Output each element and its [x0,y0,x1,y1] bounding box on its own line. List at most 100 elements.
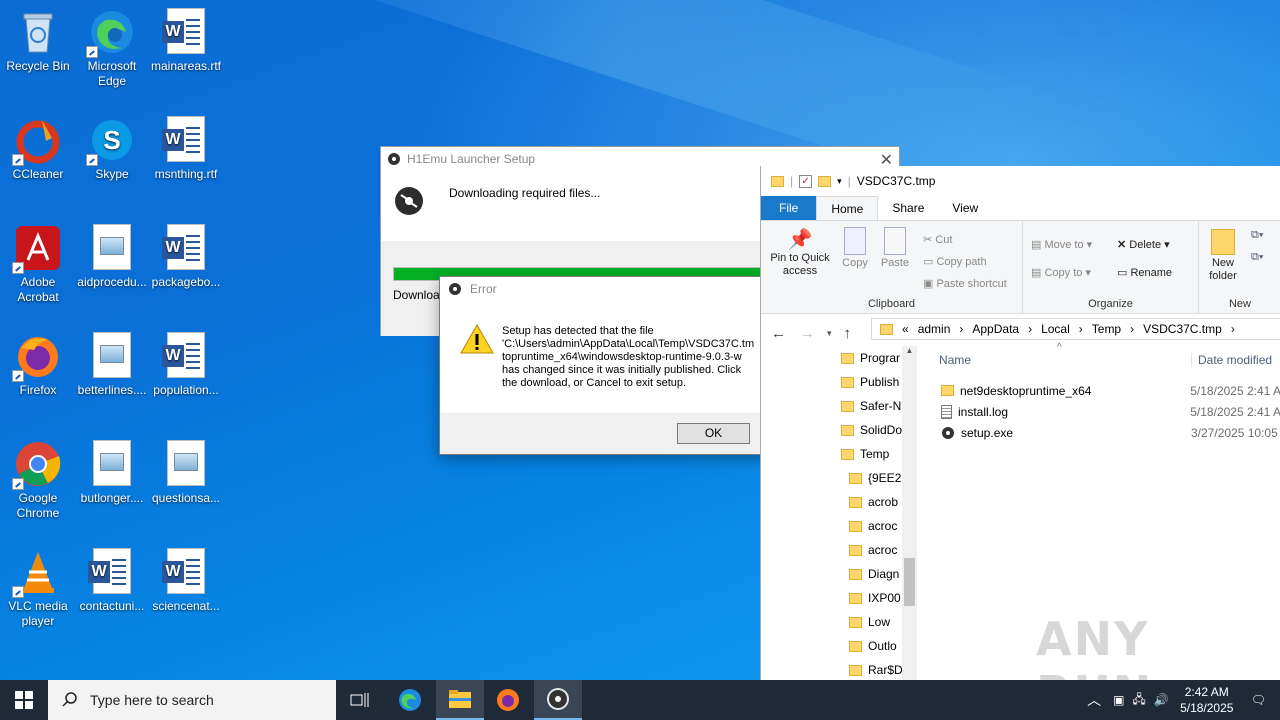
chevron-right-icon[interactable]: › [1028,322,1032,336]
taskbar-setup[interactable] [534,680,582,720]
scrollbar-thumb[interactable] [904,558,915,606]
watermark: ANY RUN [1036,612,1151,680]
word-doc-icon: W [162,116,210,164]
scroll-up-icon[interactable]: ▲ [902,346,917,355]
desktop-icon-msnthing[interactable]: W msnthing.rtf [148,116,224,182]
desktop-icon-acrobat[interactable]: Adobe Acrobat [0,224,76,305]
start-button[interactable] [0,680,48,720]
file-row[interactable]: install.log 5/18/2025 2:41 A [931,401,1280,422]
desktop-icon-recycle-bin[interactable]: Recycle Bin [0,8,76,74]
forward-arrow-icon[interactable]: → [800,325,815,342]
desktop-icon-aidprocedu[interactable]: aidprocedu... [74,224,150,290]
desktop-icon-mainareas[interactable]: W mainareas.rtf [148,8,224,74]
desktop-icon-population[interactable]: W population... [148,332,224,398]
nav-item-label: Prograr [860,351,901,365]
desktop-icon-sciencenat[interactable]: W sciencenat... [148,548,224,614]
column-header-name[interactable]: Name [931,353,1191,367]
tab-home[interactable]: Home [816,196,879,220]
edge-icon [399,689,421,711]
task-view-button[interactable] [336,680,384,720]
search-icon [62,691,78,710]
chevron-down-icon[interactable]: ▾ [837,176,842,187]
desktop-icon-betterlines[interactable]: betterlines.... [74,332,150,398]
svg-text:S: S [103,125,120,155]
breadcrumb-item[interactable]: VSDC37C.tmp [1143,322,1222,336]
desktop-icon-label: betterlines.... [77,383,147,397]
shortcut-arrow-icon [12,262,24,274]
recent-locations-icon[interactable]: ▾ [827,328,832,339]
search-box[interactable]: Type here to search [48,680,336,720]
pin-to-quick-access-button[interactable]: 📌 Pin to Quick access [765,227,835,278]
error-message-line: the download, or Cancel to exit setup. [502,377,687,389]
chevron-right-icon[interactable]: › [1231,322,1235,336]
tab-file[interactable]: File [761,196,817,220]
chevron-right-icon[interactable]: › [1130,322,1134,336]
desktop-icon-label: Microsoft Edge [87,59,137,88]
chevron-right-icon[interactable]: › [959,322,963,336]
paste-button[interactable]: Paste [877,227,913,269]
desktop-icon-edge[interactable]: Microsoft Edge [74,8,150,89]
image-file-icon [88,440,136,488]
clock-time: 2:42 AM [1184,685,1229,699]
new-folder-button[interactable]: New folder [1203,229,1243,283]
breadcrumb-item[interactable]: admin [918,322,951,336]
image-file-icon [162,440,210,488]
chevron-up-icon[interactable]: ︿ [1079,690,1109,710]
desktop-icon-ccleaner[interactable]: CCleaner [0,116,76,182]
error-titlebar[interactable]: Error [440,277,778,301]
taskbar-edge[interactable] [386,680,434,720]
taskbar-file-explorer[interactable] [436,680,484,720]
new-item-icon[interactable]: ⧉▾ [1251,229,1263,242]
notification-icon[interactable]: 🗨 [1241,693,1280,707]
copy-path-button[interactable]: ▭ Copy path [923,251,1007,273]
address-bar[interactable]: « admin › AppData › Local › Temp › VSDC37C.t… [871,318,1280,340]
copy-button[interactable]: Copy [837,227,873,269]
desktop-icon-skype[interactable]: S Skype [74,116,150,182]
copy-to-button[interactable]: ▤ Copy to ▾ [1031,259,1092,287]
paste-shortcut-button[interactable]: ▣ Paste shortcut [923,273,1007,295]
back-arrow-icon[interactable]: ← [771,325,786,342]
copy-to-label: Copy to [1044,267,1083,279]
taskbar-firefox[interactable] [484,680,532,720]
column-header-date[interactable]: Date modified [1191,353,1272,367]
tab-share[interactable]: Share [878,196,938,220]
up-arrow-icon[interactable]: ↑ [844,325,852,342]
network-icon[interactable]: 🖧 [1128,690,1149,711]
move-to-icon: ▤ [1031,239,1045,251]
file-row[interactable]: net9desktopruntime_x64 5/18/2025 2:41 A [931,380,1280,401]
nav-scrollbar[interactable]: ▲ [902,346,917,680]
desktop-icon-vlc[interactable]: VLC media player [0,548,76,629]
clock[interactable]: 2:42 AM 5/18/2025 [1173,684,1241,716]
desktop-icon-firefox[interactable]: Firefox [0,332,76,398]
move-to-button[interactable]: ▤ Move to ▾ [1031,231,1092,259]
desktop-icon-packagebo[interactable]: W packagebo... [148,224,224,290]
folder-icon [841,424,854,436]
setup-title: H1Emu Launcher Setup [407,152,536,166]
delete-button[interactable]: ✕ Delete ▾ [1117,231,1172,259]
desktop-icon-butlonger[interactable]: butlonger.... [74,440,150,506]
desktop-icon-chrome[interactable]: Google Chrome [0,440,76,521]
desktop-icon-label: CCleaner [12,167,64,181]
rename-button[interactable]: ▭ Rename [1117,259,1172,287]
file-row[interactable]: setup.exe 3/27/2025 10:05 [931,422,1280,443]
desktop-icon-label: Firefox [19,383,57,397]
tab-view[interactable]: View [938,196,992,220]
error-message-area: Setup has detected that the file 'C:\Use… [440,301,778,413]
breadcrumb-item[interactable]: Local [1041,322,1070,336]
desktop-icon-questionsa[interactable]: questionsa... [148,440,224,506]
breadcrumb-item[interactable]: Temp [1092,322,1121,336]
breadcrumb-overflow[interactable]: « [902,322,909,336]
shortcut-arrow-icon [12,154,24,166]
device-icon[interactable]: ▣ [1109,693,1128,707]
easy-access-icon[interactable]: ⧉▾ [1251,251,1263,264]
volume-icon[interactable]: 🔊 [1150,693,1173,707]
properties-icon[interactable]: ✓ [799,174,813,188]
ok-button[interactable]: OK [677,423,750,444]
desktop-icon-contactuni[interactable]: W contactuni... [74,548,150,614]
chevron-right-icon[interactable]: › [1079,322,1083,336]
cut-button[interactable]: ✂ Cut [923,229,1007,251]
new-folder-quick-icon[interactable] [818,175,832,187]
explorer-titlebar[interactable]: | ✓ ▾ | VSDC37C.tmp [761,166,1280,196]
folder-icon [849,616,862,628]
breadcrumb-item[interactable]: AppData [972,322,1019,336]
